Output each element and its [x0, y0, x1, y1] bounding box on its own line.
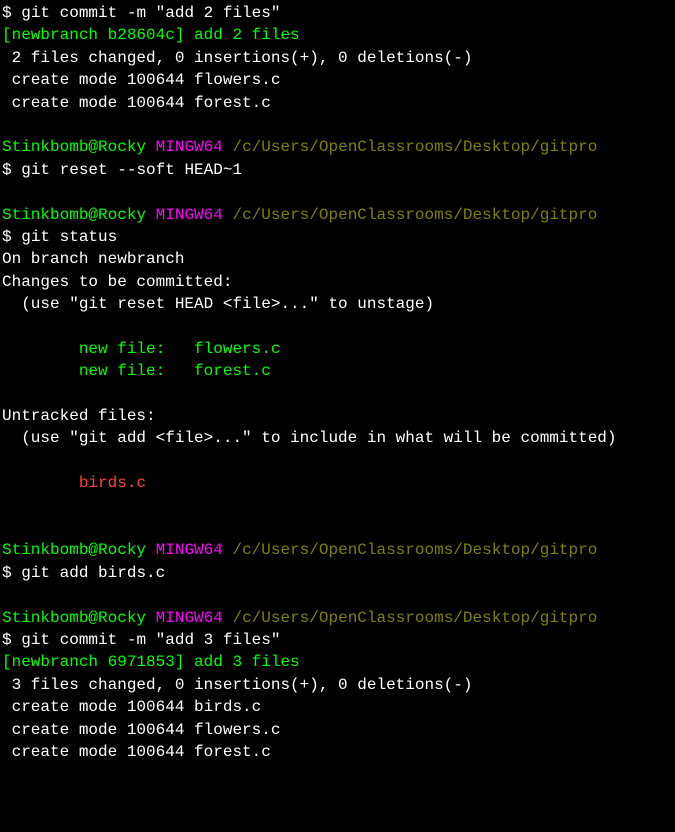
output-text: [newbranch b28604c] add 2 files	[2, 24, 673, 46]
user-host: Stinkbomb@Rocky	[2, 206, 146, 224]
prompt-symbol: $	[2, 161, 12, 179]
command-text: git status	[21, 228, 117, 246]
prompt-line: Stinkbomb@Rocky MINGW64 /c/Users/OpenCla…	[2, 607, 673, 629]
terminal-line: $ git commit -m "add 3 files"	[2, 629, 673, 651]
terminal-line: $ git status	[2, 226, 673, 248]
working-path: /c/Users/OpenClassrooms/Desktop/gitpro	[232, 206, 597, 224]
blank-line	[2, 315, 673, 337]
output-text: create mode 100644 birds.c	[2, 696, 673, 718]
shell-name: MINGW64	[156, 138, 223, 156]
shell-name: MINGW64	[156, 206, 223, 224]
user-host: Stinkbomb@Rocky	[2, 609, 146, 627]
terminal-line: $ git commit -m "add 2 files"	[2, 2, 673, 24]
prompt-symbol: $	[2, 4, 12, 22]
terminal-line: $ git reset --soft HEAD~1	[2, 159, 673, 181]
command-text: git commit -m "add 2 files"	[21, 4, 280, 22]
output-text: (use "git reset HEAD <file>..." to unsta…	[2, 293, 673, 315]
working-path: /c/Users/OpenClassrooms/Desktop/gitpro	[232, 609, 597, 627]
command-text: git commit -m "add 3 files"	[21, 631, 280, 649]
prompt-line: Stinkbomb@Rocky MINGW64 /c/Users/OpenCla…	[2, 136, 673, 158]
output-text: Untracked files:	[2, 405, 673, 427]
output-text: create mode 100644 flowers.c	[2, 719, 673, 741]
output-text: On branch newbranch	[2, 248, 673, 270]
command-text: git add birds.c	[21, 564, 165, 582]
user-host: Stinkbomb@Rocky	[2, 541, 146, 559]
prompt-symbol: $	[2, 631, 12, 649]
output-text: [newbranch 6971853] add 3 files	[2, 651, 673, 673]
output-text: Changes to be committed:	[2, 271, 673, 293]
working-path: /c/Users/OpenClassrooms/Desktop/gitpro	[232, 138, 597, 156]
output-text: 3 files changed, 0 insertions(+), 0 dele…	[2, 674, 673, 696]
prompt-line: Stinkbomb@Rocky MINGW64 /c/Users/OpenCla…	[2, 204, 673, 226]
blank-line	[2, 495, 673, 517]
working-path: /c/Users/OpenClassrooms/Desktop/gitpro	[232, 541, 597, 559]
shell-name: MINGW64	[156, 609, 223, 627]
output-text: (use "git add <file>..." to include in w…	[2, 427, 673, 449]
output-text: create mode 100644 flowers.c	[2, 69, 673, 91]
blank-line	[2, 181, 673, 203]
shell-name: MINGW64	[156, 541, 223, 559]
output-text: create mode 100644 forest.c	[2, 741, 673, 763]
prompt-symbol: $	[2, 228, 12, 246]
output-text: 2 files changed, 0 insertions(+), 0 dele…	[2, 47, 673, 69]
untracked-file: birds.c	[2, 472, 673, 494]
staged-file: new file: flowers.c	[2, 338, 673, 360]
prompt-symbol: $	[2, 564, 12, 582]
blank-line	[2, 383, 673, 405]
output-text: create mode 100644 forest.c	[2, 92, 673, 114]
terminal-line: $ git add birds.c	[2, 562, 673, 584]
blank-line	[2, 517, 673, 539]
blank-line	[2, 584, 673, 606]
command-text: git reset --soft HEAD~1	[21, 161, 242, 179]
user-host: Stinkbomb@Rocky	[2, 138, 146, 156]
blank-line	[2, 450, 673, 472]
blank-line	[2, 114, 673, 136]
prompt-line: Stinkbomb@Rocky MINGW64 /c/Users/OpenCla…	[2, 539, 673, 561]
staged-file: new file: forest.c	[2, 360, 673, 382]
